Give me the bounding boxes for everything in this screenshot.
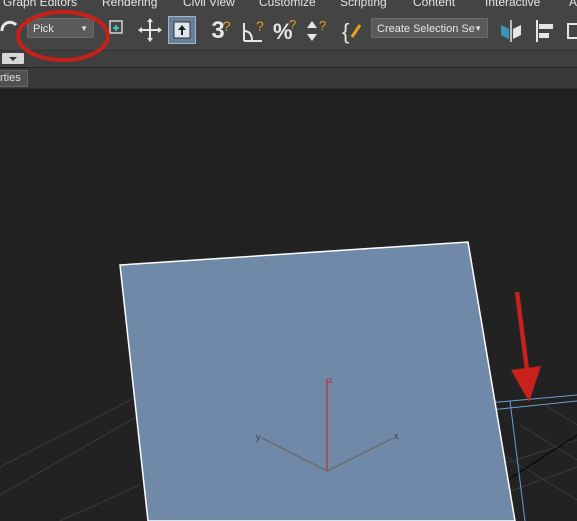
move-icon[interactable] [137,17,163,43]
menu-scripting[interactable]: Scripting [340,0,387,8]
menu-more[interactable]: A [569,0,577,8]
selection-filter-value: Pick [33,23,54,35]
svg-text:?: ? [256,18,264,34]
main-toolbar: Pick ▼ 3 ? ? %? ? { Create Selection Se … [0,12,577,51]
menu-civil-view[interactable]: Civil View [183,0,235,8]
chevron-down-icon: ▼ [80,24,88,33]
named-selection-set-value: Create Selection Se [377,23,475,35]
mirror-icon[interactable] [497,17,525,45]
toolbar-overflow-icon[interactable] [566,17,577,45]
ribbon-toggle-button[interactable] [2,53,24,64]
ribbon-row [0,51,577,67]
svg-text:?: ? [289,17,296,32]
select-by-name-icon[interactable] [106,18,126,40]
select-object-icon[interactable] [168,16,196,44]
menu-interactive[interactable]: Interactive [485,0,540,8]
snap-3d-icon[interactable]: 3 ? [207,17,235,45]
menu-rendering[interactable]: Rendering [102,0,157,8]
align-icon[interactable] [531,17,559,45]
x-axis-label: x [394,431,399,441]
spinner-snap-icon[interactable]: ? [303,17,331,45]
edit-named-selection-icon[interactable]: { [340,17,368,45]
plane-object[interactable] [119,241,516,521]
selection-filter-dropdown[interactable]: Pick ▼ [27,18,94,38]
tab-row: rties [0,68,577,89]
menu-graph-editors[interactable]: Graph Editors [3,0,77,8]
chevron-down-icon: ▼ [474,24,482,33]
menu-bar: Graph Editors Rendering Civil View Custo… [0,0,577,12]
link-icon[interactable] [0,20,22,42]
percent-snap-icon[interactable]: %? [271,17,299,45]
svg-text:{: { [342,19,349,44]
viewport-perspective[interactable]: z x y [0,95,577,521]
named-selection-set-dropdown[interactable]: Create Selection Se ▼ [371,18,488,38]
viewport-scene: z x y [0,241,577,521]
angle-snap-icon[interactable]: ? [240,17,268,45]
svg-text:?: ? [319,18,326,33]
menu-content[interactable]: Content [413,0,455,8]
z-axis-label: z [328,375,333,385]
y-axis-label: y [256,432,261,442]
tab-properties[interactable]: rties [0,70,28,87]
menu-customize[interactable]: Customize [259,0,316,8]
